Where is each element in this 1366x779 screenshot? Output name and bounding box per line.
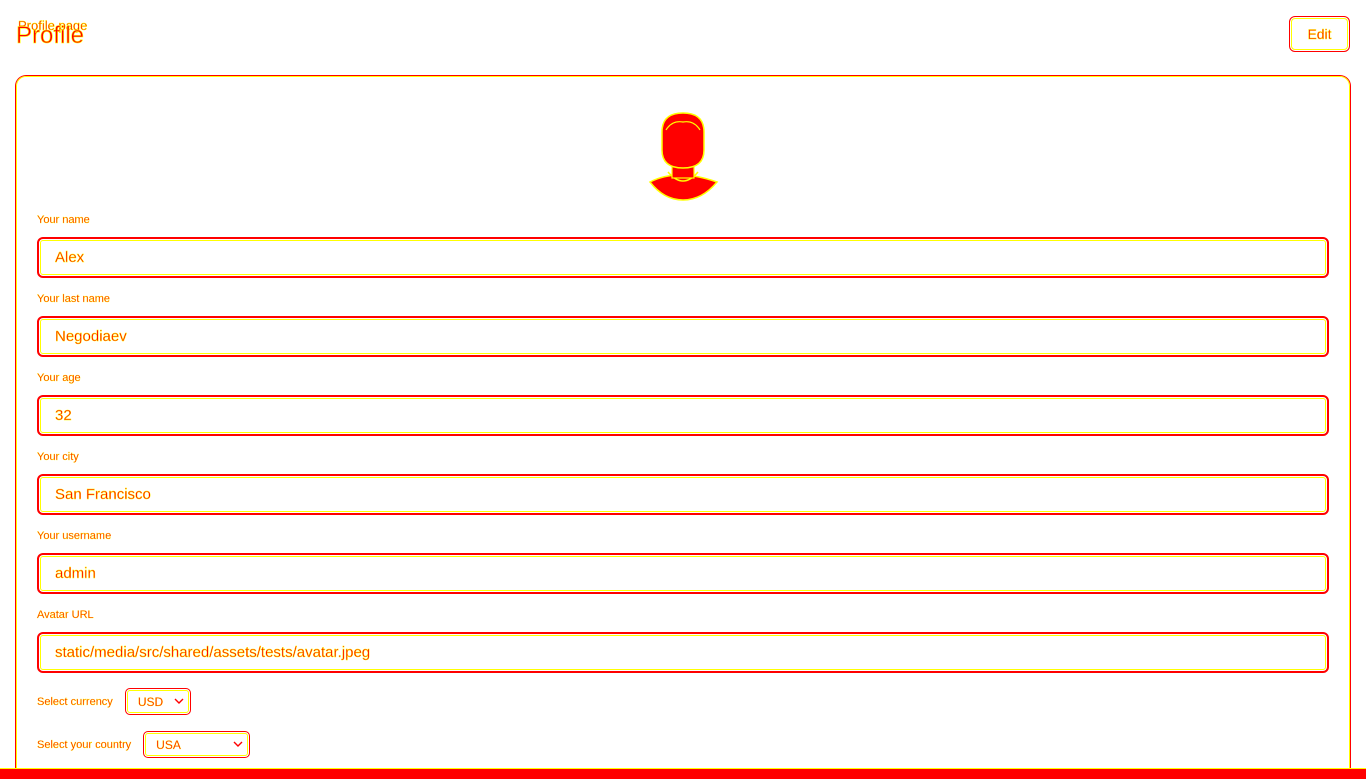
age-label: Your age [37,372,81,384]
country-select[interactable]: USA [143,731,251,758]
age-input[interactable] [37,395,1329,436]
country-label: Select your country [37,738,132,751]
chevron-down-icon [174,698,184,704]
avatar [632,110,722,202]
page-header: Profile page Profile [16,14,216,50]
name-input[interactable] [37,237,1329,278]
country-value: USA [156,737,181,752]
avatar-url-label: Avatar URL [37,609,94,621]
currency-value: USD [137,694,164,709]
page-title: Profile [16,22,85,50]
currency-row: Select currency USD [37,688,191,715]
lastname-input[interactable] [37,316,1329,357]
country-row: Select your country USA [37,731,251,758]
city-input[interactable] [37,474,1329,515]
chevron-down-icon [233,741,243,747]
user-avatar-icon [648,112,719,201]
name-label: Your name [37,214,90,226]
bottom-bar [0,768,1366,779]
currency-select[interactable]: USD [124,688,191,715]
avatar-url-input[interactable] [37,632,1329,673]
currency-label: Select currency [37,695,113,708]
lastname-label: Your last name [37,293,110,305]
city-label: Your city [37,451,79,463]
username-input[interactable] [37,553,1329,594]
edit-button[interactable]: Edit [1289,16,1350,52]
username-label: Your username [37,530,112,542]
